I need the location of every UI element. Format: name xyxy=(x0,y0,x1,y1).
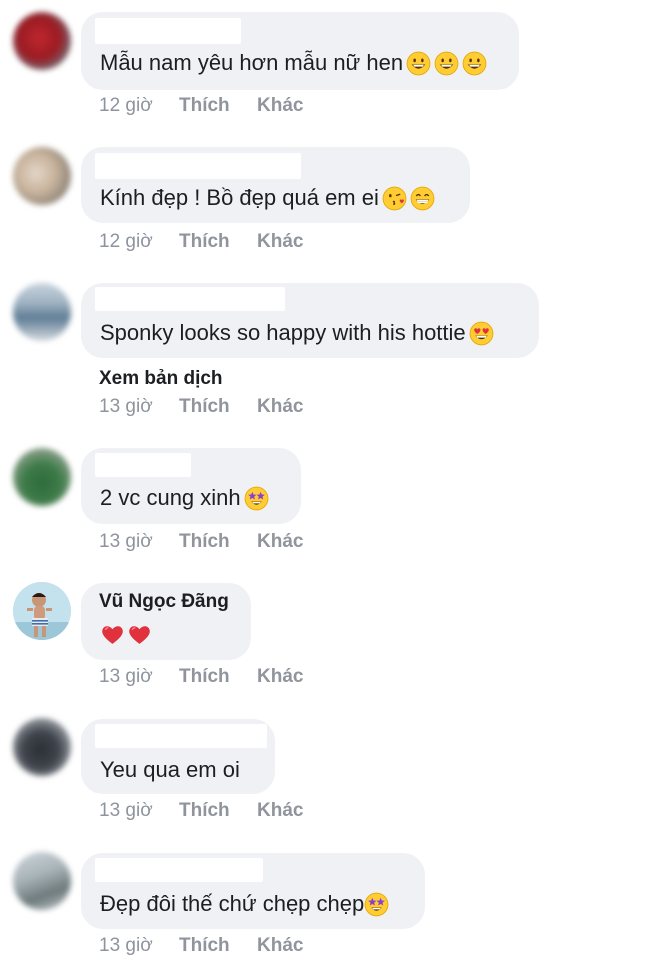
star-struck-face-icon xyxy=(244,486,269,510)
timestamp[interactable]: 13 giờ xyxy=(99,531,179,555)
comment-meta: 13 giờ Thích Khác xyxy=(99,396,303,420)
avatar[interactable] xyxy=(13,283,71,341)
like-link[interactable]: Thích xyxy=(179,666,257,690)
commenter-name-redacted xyxy=(95,724,267,748)
more-link[interactable]: Khác xyxy=(257,231,303,255)
comment-bubble: Vũ Ngọc Đãng xyxy=(81,583,251,660)
comment-text-content: Mẫu nam yêu hơn mẫu nữ hen xyxy=(100,50,404,75)
comment-text xyxy=(100,622,152,647)
comment-meta: 13 giờ Thích Khác xyxy=(99,800,303,824)
comment-bubble: 2 vc cung xinh xyxy=(81,448,301,524)
comment-bubble: Kính đẹp ! Bồ đẹp quá em ei xyxy=(81,147,470,223)
like-link[interactable]: Thích xyxy=(179,396,257,420)
heart-eyes-face-icon xyxy=(469,321,494,345)
comment-text-content: Kính đẹp ! Bồ đẹp quá em ei xyxy=(100,185,379,210)
comment-text-content: Sponky looks so happy with his hottie xyxy=(100,320,466,345)
like-link[interactable]: Thích xyxy=(179,531,257,555)
more-link[interactable]: Khác xyxy=(257,531,303,555)
child-photo-icon xyxy=(13,582,71,640)
commenter-name-redacted xyxy=(95,453,191,477)
star-struck-face-icon xyxy=(364,892,389,916)
comment-meta: 12 giờ Thích Khác xyxy=(99,95,303,119)
more-link[interactable]: Khác xyxy=(257,396,303,420)
comment-meta: 13 giờ Thích Khác xyxy=(99,666,303,690)
timestamp[interactable]: 13 giờ xyxy=(99,935,179,959)
comment-bubble: Sponky looks so happy with his hottie xyxy=(81,283,539,358)
avatar[interactable] xyxy=(13,582,71,640)
like-link[interactable]: Thích xyxy=(179,800,257,824)
commenter-name-redacted xyxy=(95,18,241,44)
comment-text-content: 2 vc cung xinh xyxy=(100,485,241,510)
timestamp[interactable]: 12 giờ xyxy=(99,231,179,255)
like-link[interactable]: Thích xyxy=(179,231,257,255)
avatar[interactable] xyxy=(13,12,71,70)
grinning-face-icon xyxy=(406,51,431,75)
beaming-face-icon xyxy=(410,186,435,210)
avatar[interactable] xyxy=(13,448,71,506)
see-translation-link[interactable]: Xem bản dịch xyxy=(99,368,223,390)
grinning-face-icon xyxy=(462,51,487,75)
comment-bubble: Đẹp đôi thế chứ chẹp chẹp xyxy=(81,853,425,929)
comment-text-content: Đẹp đôi thế chứ chẹp chẹp xyxy=(100,891,365,916)
comment-meta: 12 giờ Thích Khác xyxy=(99,231,303,255)
comment-text: 2 vc cung xinh xyxy=(100,485,269,511)
comment-text-content: Yeu qua em oi xyxy=(100,757,240,782)
comment-text: Yeu qua em oi xyxy=(100,757,240,783)
red-heart-icon xyxy=(102,626,123,644)
avatar[interactable] xyxy=(13,718,71,776)
comment-text: Sponky looks so happy with his hottie xyxy=(100,320,494,346)
comment-meta: 13 giờ Thích Khác xyxy=(99,531,303,555)
more-link[interactable]: Khác xyxy=(257,666,303,690)
grinning-face-icon xyxy=(434,51,459,75)
timestamp[interactable]: 12 giờ xyxy=(99,95,179,119)
more-link[interactable]: Khác xyxy=(257,800,303,824)
comment-text: Mẫu nam yêu hơn mẫu nữ hen xyxy=(100,50,487,76)
timestamp[interactable]: 13 giờ xyxy=(99,666,179,690)
commenter-name[interactable]: Vũ Ngọc Đãng xyxy=(99,591,229,613)
comment-text: Đẹp đôi thế chứ chẹp chẹp xyxy=(100,891,389,917)
comment-bubble: Yeu qua em oi xyxy=(81,719,275,794)
avatar[interactable] xyxy=(13,852,71,910)
like-link[interactable]: Thích xyxy=(179,935,257,959)
commenter-name-redacted xyxy=(95,153,301,179)
comment-text: Kính đẹp ! Bồ đẹp quá em ei xyxy=(100,185,435,211)
comment-bubble: Mẫu nam yêu hơn mẫu nữ hen xyxy=(81,12,519,90)
red-heart-icon xyxy=(129,626,150,644)
avatar[interactable] xyxy=(13,147,71,205)
commenter-name-redacted xyxy=(95,287,285,311)
timestamp[interactable]: 13 giờ xyxy=(99,396,179,420)
comment-meta: 13 giờ Thích Khác xyxy=(99,935,303,959)
more-link[interactable]: Khác xyxy=(257,935,303,959)
like-link[interactable]: Thích xyxy=(179,95,257,119)
timestamp[interactable]: 13 giờ xyxy=(99,800,179,824)
kissing-heart-face-icon xyxy=(382,186,407,210)
more-link[interactable]: Khác xyxy=(257,95,303,119)
commenter-name-redacted xyxy=(95,858,263,882)
